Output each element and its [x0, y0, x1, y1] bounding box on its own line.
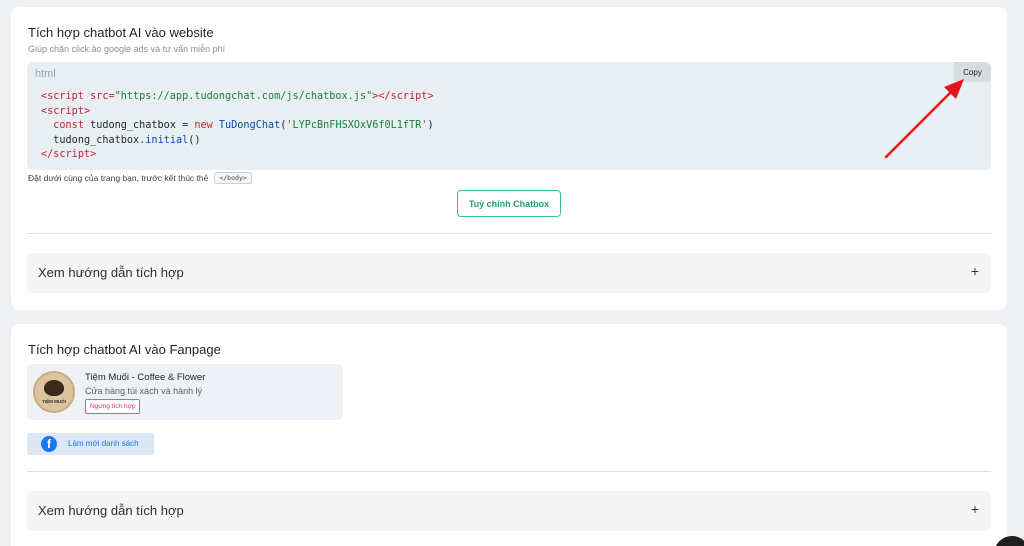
integration-guide-accordion[interactable]: Xem hướng dẫn tích hợp +: [27, 253, 991, 293]
guide-label: Xem hướng dẫn tích hợp: [38, 265, 184, 280]
website-integration-card: Tích hợp chatbot AI vào website Giúp chặ…: [11, 7, 1007, 310]
code-token: tudong_chatbox.: [53, 134, 146, 146]
website-section-title: Tích hợp chatbot AI vào website: [28, 25, 214, 40]
code-token: (): [188, 134, 201, 146]
red-arrow-annotation: [884, 79, 964, 159]
code-token: src=: [83, 91, 115, 102]
guide-label: Xem hướng dẫn tích hợp: [38, 503, 184, 518]
code-token: script: [390, 91, 428, 102]
code-token: >: [90, 149, 97, 161]
code-snippet[interactable]: <script src="https://app.tudongchat.com/…: [41, 90, 434, 163]
integration-guide-accordion[interactable]: Xem hướng dẫn tích hợp +: [27, 491, 991, 531]
code-block: html Copy <script src="https://app.tudon…: [27, 62, 991, 170]
customize-chatbox-button[interactable]: Tuỳ chỉnh Chatbox: [457, 190, 561, 217]
code-token: initial: [145, 134, 189, 146]
stop-integration-button[interactable]: Ngưng tích hợp: [85, 399, 141, 414]
code-token: new: [194, 120, 213, 132]
code-token: script: [47, 105, 84, 117]
placement-note: Đặt dưới cùng của trang bạn, trước kết t…: [28, 172, 252, 184]
code-token: ></: [372, 91, 391, 102]
body-tag-badge: </body>: [214, 172, 252, 184]
code-token: <script: [41, 91, 84, 102]
fanpage-section-title: Tích hợp chatbot AI vào Fanpage: [28, 342, 221, 357]
divider: [27, 233, 991, 234]
code-token: script: [53, 149, 91, 161]
plus-icon[interactable]: +: [971, 501, 979, 517]
divider: [27, 471, 991, 472]
code-token: ): [427, 120, 434, 132]
code-token: "https://app.tudongchat.com/js/chatbox.j…: [114, 91, 373, 102]
coffee-logo-icon: [44, 380, 64, 396]
page-name: Tiệm Muối - Coffee & Flower: [85, 372, 206, 383]
code-language-label: html: [35, 68, 56, 80]
code-token: </: [41, 149, 54, 161]
plus-icon[interactable]: +: [971, 263, 979, 279]
code-token: TuDongChat: [212, 120, 281, 132]
code-token: >: [427, 91, 434, 102]
refresh-list-button[interactable]: f Làm mới danh sách: [27, 433, 154, 455]
placement-note-text: Đặt dưới cùng của trang bạn, trước kết t…: [28, 173, 209, 183]
code-token: tudong_chatbox =: [83, 120, 195, 132]
website-section-subtitle: Giúp chặn click ảo google ads và tư vấn …: [28, 44, 226, 54]
page-logo-text: TIỆM MUỐI: [42, 399, 66, 404]
facebook-icon: f: [41, 436, 57, 452]
refresh-list-label: Làm mới danh sách: [68, 439, 139, 448]
page-description: Cửa hàng túi xách và hành lý: [85, 386, 203, 396]
code-token: const: [53, 120, 84, 132]
code-token: 'LYPcBnFHSXOxV6f0L1fTR': [286, 120, 428, 132]
connected-page-card: TIỆM MUỐI Tiệm Muối - Coffee & Flower Cử…: [27, 364, 343, 420]
fanpage-integration-card: Tích hợp chatbot AI vào Fanpage TIỆM MUỐ…: [11, 324, 1007, 546]
page-avatar: TIỆM MUỐI: [33, 371, 75, 413]
code-token: >: [83, 105, 91, 117]
